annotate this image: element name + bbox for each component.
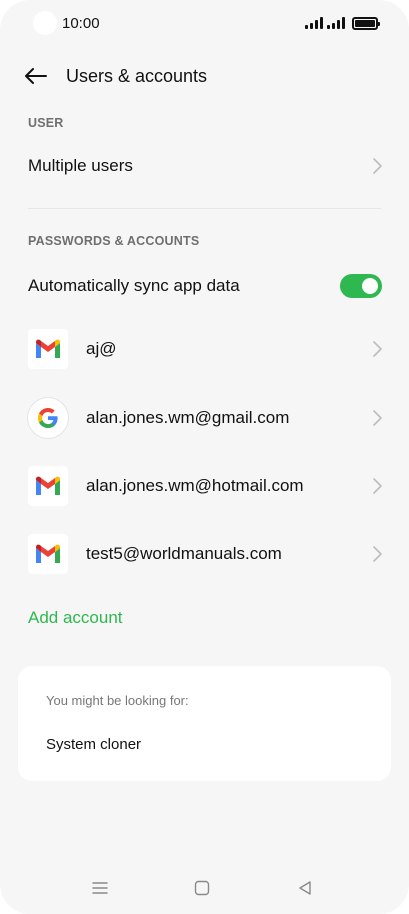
- auto-sync-label: Automatically sync app data: [28, 276, 240, 295]
- app-header: Users & accounts: [0, 56, 409, 96]
- suggestion-card: You might be looking for: System cloner: [18, 666, 391, 781]
- suggestion-item-system-cloner[interactable]: System cloner: [46, 736, 141, 753]
- account-row[interactable]: aj@: [0, 321, 409, 377]
- account-label: alan.jones.wm@hotmail.com: [86, 476, 304, 495]
- account-row[interactable]: alan.jones.wm@gmail.com: [0, 390, 409, 446]
- section-label-user: USER: [28, 116, 64, 130]
- chevron-right-icon: [373, 410, 382, 426]
- camera-cutout: [33, 11, 57, 35]
- back-arrow-icon: [25, 68, 47, 84]
- page-title: Users & accounts: [66, 66, 208, 86]
- chevron-right-icon: [373, 341, 382, 357]
- chevron-right-icon: [373, 546, 382, 562]
- account-label: test5@worldmanuals.com: [86, 544, 282, 563]
- section-label-passwords-accounts: PASSWORDS & ACCOUNTS: [28, 234, 200, 248]
- back-button[interactable]: [22, 64, 50, 88]
- navigation-bar: [0, 870, 409, 906]
- add-account-link[interactable]: Add account: [28, 608, 123, 628]
- account-row[interactable]: test5@worldmanuals.com: [0, 526, 409, 582]
- gmail-icon: [28, 534, 68, 574]
- gmail-icon: [28, 329, 68, 369]
- google-icon: [28, 398, 68, 438]
- menu-button[interactable]: [88, 878, 112, 898]
- multiple-users-row[interactable]: Multiple users: [0, 141, 409, 191]
- gmail-icon: [28, 466, 68, 506]
- auto-sync-toggle[interactable]: [340, 274, 382, 298]
- chevron-right-icon: [373, 478, 382, 494]
- auto-sync-row[interactable]: Automatically sync app data: [0, 261, 409, 311]
- account-label: aj@: [86, 339, 117, 358]
- suggestion-title: You might be looking for:: [46, 693, 189, 708]
- home-button[interactable]: [190, 878, 214, 898]
- status-bar: 10:00: [0, 0, 409, 48]
- chevron-right-icon: [373, 158, 382, 174]
- multiple-users-label: Multiple users: [28, 156, 133, 175]
- home-square-icon: [194, 880, 210, 896]
- signal-icon-2: [327, 17, 345, 29]
- back-triangle-icon: [299, 881, 311, 895]
- battery-icon: [352, 16, 380, 30]
- back-nav-button[interactable]: [293, 878, 317, 898]
- status-icons: [305, 15, 380, 31]
- status-time: 10:00: [62, 15, 100, 32]
- section-divider: [28, 208, 381, 209]
- account-row[interactable]: alan.jones.wm@hotmail.com: [0, 458, 409, 514]
- signal-icon: [305, 17, 323, 29]
- menu-icon: [92, 882, 108, 894]
- phone-screen: 10:00 Users & accounts USER Multiple use…: [0, 0, 409, 914]
- account-label: alan.jones.wm@gmail.com: [86, 408, 290, 427]
